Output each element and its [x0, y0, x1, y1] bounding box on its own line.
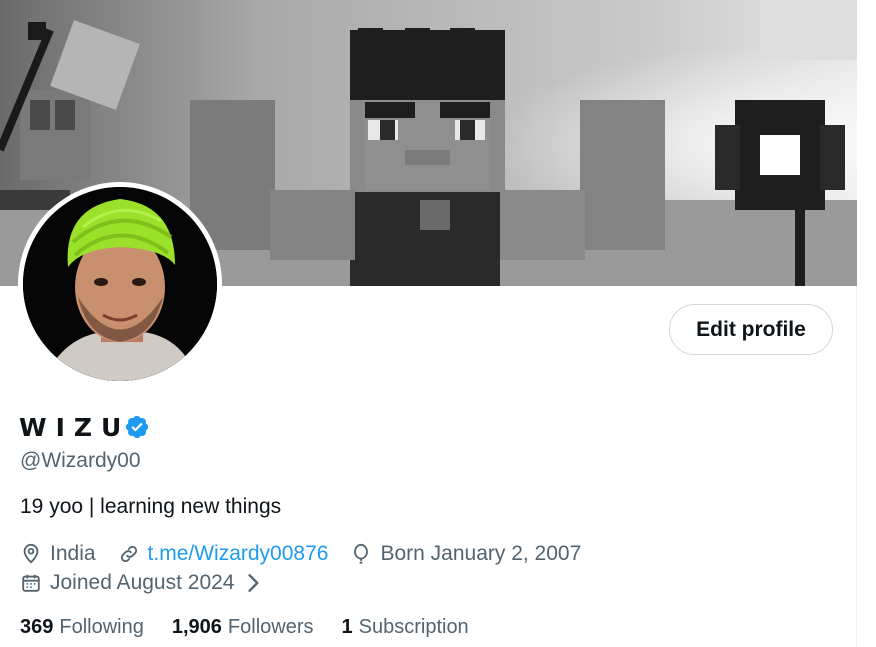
website-link[interactable]: t.me/Wizardy00876 — [148, 542, 329, 566]
joined-label: Joined August 2024 — [50, 571, 235, 594]
following-label: Following — [59, 616, 144, 638]
verified-badge-icon[interactable] — [124, 414, 150, 440]
location-pin-icon — [23, 543, 39, 564]
link-icon — [120, 545, 137, 563]
avatar-image — [23, 187, 217, 381]
followers-stat[interactable]: 1,906 Followers — [172, 616, 314, 639]
location-item: India — [20, 542, 96, 566]
subscription-stat[interactable]: 1 Subscription — [342, 616, 469, 639]
balloon-icon — [354, 543, 369, 564]
birthday-item: Born January 2, 2007 — [350, 542, 581, 566]
website-item[interactable]: t.me/Wizardy00876 — [118, 542, 329, 566]
chevron-right-icon[interactable] — [243, 572, 265, 594]
joined-row: Joined August 2024 — [20, 569, 273, 597]
name-row: WIZU — [19, 410, 150, 444]
subscription-label: Subscription — [358, 616, 469, 638]
followers-label: Followers — [227, 616, 314, 638]
followers-count: 1,906 — [171, 616, 222, 638]
calendar-icon — [22, 574, 40, 592]
display-name: WIZU — [19, 412, 131, 442]
edit-profile-button[interactable]: Edit profile — [669, 304, 833, 355]
joined-item[interactable]: Joined August 2024 — [20, 571, 273, 595]
location-label: India — [50, 542, 96, 565]
profile-stats: 369 Following 1,906 Followers 1 Subscriptio… — [20, 616, 497, 639]
following-stat[interactable]: 369 Following — [20, 616, 144, 639]
profile-meta: India t.me/Wizardy00876 Born January 2, … — [20, 540, 603, 568]
profile-page: Edit profile WIZU @Wizardy00 19 yoo | le… — [0, 0, 857, 647]
right-gutter — [857, 0, 876, 647]
profile-bio: 19 yoo | learning new things — [20, 495, 282, 518]
profile-handle: @Wizardy00 — [20, 449, 141, 472]
birthday-label: Born January 2, 2007 — [380, 542, 582, 565]
subscription-count: 1 — [341, 616, 353, 638]
avatar[interactable] — [18, 182, 222, 386]
following-count: 369 — [20, 616, 54, 638]
